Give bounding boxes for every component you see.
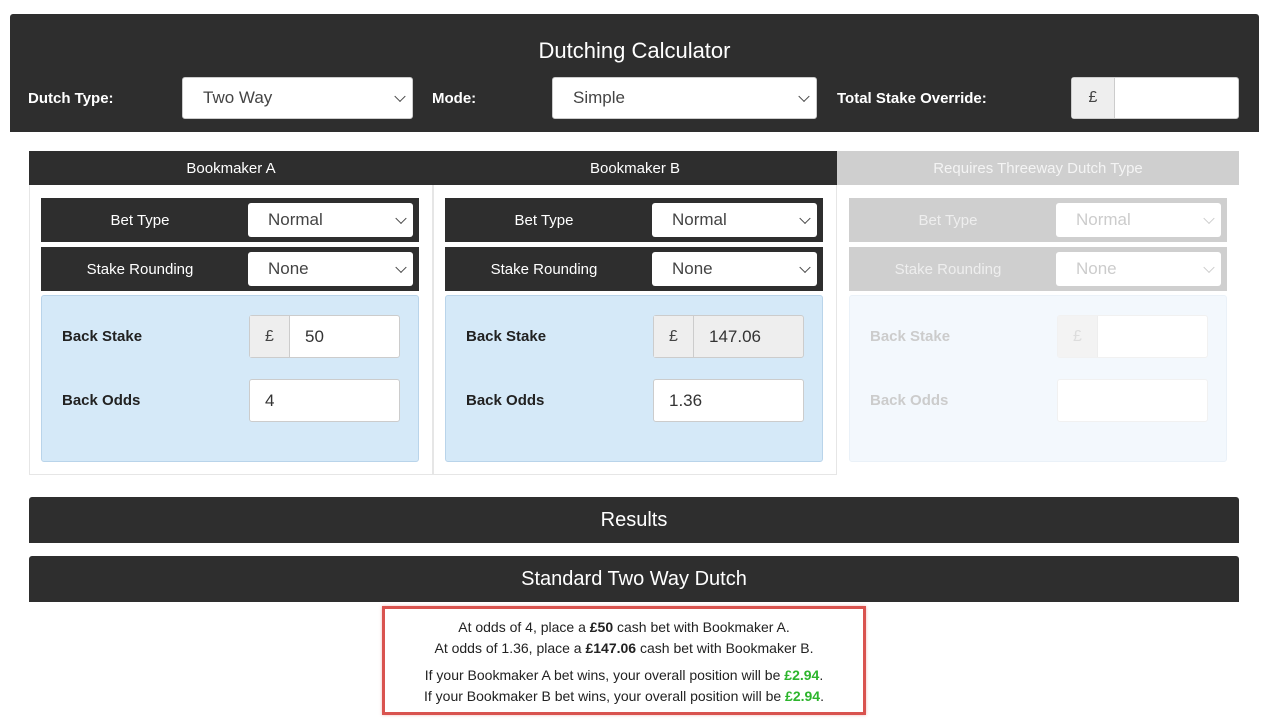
dutch-type-select[interactable]: Two Way — [182, 77, 413, 119]
chevron-down-icon — [1203, 212, 1215, 225]
back-stake-value: 50 — [305, 326, 324, 346]
stake-rounding-label: Stake Rounding — [86, 260, 194, 278]
stake-rounding-label: Stake Rounding — [490, 260, 598, 278]
bet-type-label: Bet Type — [918, 211, 978, 229]
bookmaker-a-rounding-select[interactable]: None — [248, 252, 413, 286]
bookmaker-a-header: Bookmaker A — [29, 151, 433, 185]
rounding-value: None — [1076, 259, 1117, 278]
back-stake-label: Back Stake — [870, 328, 951, 345]
chevron-down-icon — [798, 90, 810, 103]
total-stake-override-label: Total Stake Override: — [837, 90, 987, 107]
bookmaker-a-stake-box: Back Stake £ 50 Back Odds 4 — [41, 295, 419, 462]
dutch-type-value: Two Way — [203, 88, 273, 107]
back-odds-label: Back Odds — [62, 392, 141, 409]
bookmaker-c-bet-type-row: Bet Type Normal — [849, 198, 1227, 242]
chevron-down-icon — [1203, 261, 1215, 274]
rounding-value: None — [268, 259, 309, 278]
position-line-b: If your Bookmaker B bet wins, your overa… — [424, 688, 824, 704]
bookmaker-c-back-odds-input — [1057, 379, 1208, 422]
bookmaker-b-rounding-select[interactable]: None — [652, 252, 817, 286]
bet-type-label: Bet Type — [514, 211, 574, 229]
bookmaker-c-rounding-row: Stake Rounding None — [849, 247, 1227, 291]
chevron-down-icon — [394, 90, 406, 103]
dutch-type-label: Dutch Type: — [28, 90, 114, 107]
bookmaker-b-stake-box: Back Stake £ 147.06 Back Odds 1.36 — [445, 295, 823, 462]
chevron-down-icon — [799, 212, 811, 225]
back-odds-label: Back Odds — [466, 392, 545, 409]
currency-addon: £ — [1072, 78, 1115, 118]
bet-type-value: Normal — [1076, 210, 1131, 229]
bookmaker-b-rounding-row: Stake Rounding None — [445, 247, 823, 291]
stake-rounding-label: Stake Rounding — [894, 260, 1002, 278]
back-stake-value: 147.06 — [709, 326, 761, 346]
mode-select[interactable]: Simple — [552, 77, 817, 119]
chevron-down-icon — [799, 261, 811, 274]
chevron-down-icon — [395, 261, 407, 274]
bet-type-value: Normal — [268, 210, 323, 229]
position-line-a: If your Bookmaker A bet wins, your overa… — [424, 667, 824, 683]
bookmaker-a-bet-type-row: Bet Type Normal — [41, 198, 419, 242]
page-title: Dutching Calculator — [538, 38, 731, 63]
back-stake-label: Back Stake — [62, 328, 143, 345]
mode-label: Mode: — [432, 90, 477, 107]
bookmaker-c-stake-box: Back Stake £ Back Odds — [849, 295, 1227, 462]
bookmaker-a-bet-type-select[interactable]: Normal — [248, 203, 413, 237]
position-amount-b: £2.94 — [785, 688, 821, 704]
bet-type-label: Bet Type — [110, 211, 170, 229]
bookmaker-b-header: Bookmaker B — [433, 151, 837, 185]
total-stake-override-input[interactable] — [1115, 78, 1238, 118]
results-header: Results — [29, 497, 1239, 543]
back-odds-label: Back Odds — [870, 392, 949, 409]
back-odds-value: 1.36 — [669, 390, 703, 410]
currency-addon: £ — [250, 316, 290, 357]
rounding-value: None — [672, 259, 713, 278]
bookmaker-b-back-odds-input[interactable]: 1.36 — [653, 379, 804, 422]
bookmaker-c-bet-type-select: Normal — [1056, 203, 1221, 237]
result-line-b: At odds of 1.36, place a £147.06 cash be… — [434, 640, 814, 656]
back-stake-label: Back Stake — [466, 328, 547, 345]
mode-value: Simple — [573, 88, 625, 107]
bookmaker-c-header: Requires Threeway Dutch Type — [837, 151, 1239, 185]
bet-type-value: Normal — [672, 210, 727, 229]
bookmaker-c-back-stake-input: £ — [1057, 315, 1208, 358]
bookmaker-a-back-stake-input[interactable]: £ 50 — [249, 315, 400, 358]
currency-addon: £ — [654, 316, 694, 357]
result-line-a: At odds of 4, place a £50 cash bet with … — [458, 619, 790, 635]
bookmaker-b-bet-type-row: Bet Type Normal — [445, 198, 823, 242]
bookmaker-b-bet-type-select[interactable]: Normal — [652, 203, 817, 237]
position-amount-a: £2.94 — [784, 667, 820, 683]
chevron-down-icon — [395, 212, 407, 225]
bookmaker-b-back-stake-input: £ 147.06 — [653, 315, 804, 358]
bookmaker-a-rounding-row: Stake Rounding None — [41, 247, 419, 291]
bookmaker-a-back-odds-input[interactable]: 4 — [249, 379, 400, 422]
bookmaker-c-rounding-select: None — [1056, 252, 1221, 286]
back-odds-value: 4 — [265, 390, 275, 410]
currency-addon: £ — [1058, 316, 1098, 357]
results-summary: At odds of 4, place a £50 cash bet with … — [382, 606, 866, 715]
results-subtitle: Standard Two Way Dutch — [29, 556, 1239, 602]
total-stake-override-field: £ — [1071, 77, 1239, 119]
